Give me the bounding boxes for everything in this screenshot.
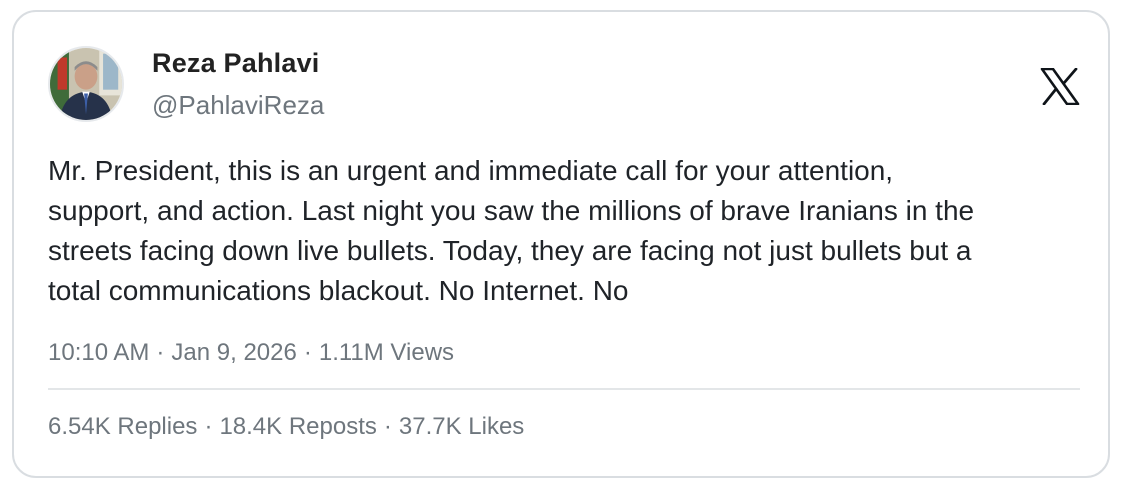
stats-separator: · <box>204 413 213 440</box>
x-logo-icon[interactable] <box>1040 68 1080 105</box>
author-handle[interactable]: @PahlaviReza <box>152 90 324 121</box>
tweet-card[interactable]: Reza Pahlavi @PahlaviReza Mr. President,… <box>12 10 1110 478</box>
stats-separator: · <box>383 413 392 440</box>
author-display-name[interactable]: Reza Pahlavi <box>152 48 320 79</box>
divider <box>48 388 1080 390</box>
view-count: 1.11M Views <box>318 339 455 366</box>
likes-count[interactable]: 37.7K Likes <box>399 413 524 440</box>
tweet-metadata: 10:10 AM · Jan 9, 2026 · 1.11M Views <box>48 339 454 367</box>
avatar[interactable] <box>48 46 124 122</box>
replies-count[interactable]: 6.54K Replies <box>48 413 197 440</box>
x-logo-glyph <box>1040 68 1080 105</box>
post-time[interactable]: 10:10 AM <box>48 339 149 366</box>
post-date[interactable]: Jan 9, 2026 <box>171 339 296 366</box>
meta-separator: · <box>156 339 165 366</box>
reposts-count[interactable]: 18.4K Reposts <box>219 413 376 440</box>
profile-photo <box>50 48 122 120</box>
engagement-stats: 6.54K Replies · 18.4K Reposts · 37.7K Likes <box>48 413 524 441</box>
tweet-text: Mr. President, this is an urgent and imm… <box>48 155 975 306</box>
meta-separator: · <box>303 339 312 366</box>
